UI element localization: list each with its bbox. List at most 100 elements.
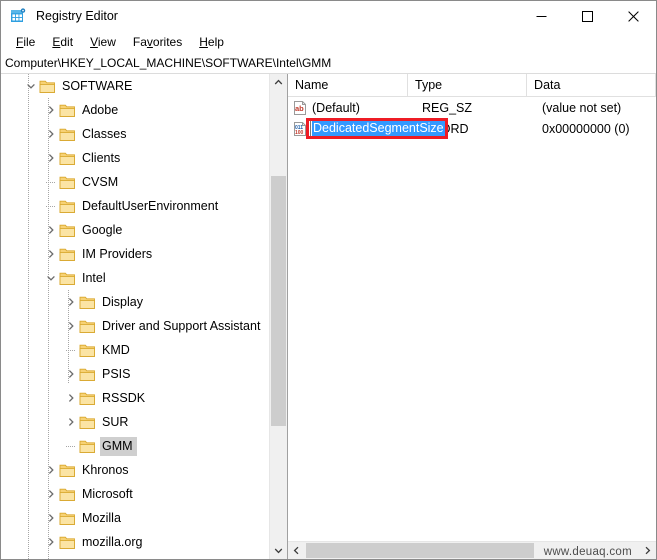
tree-item-label: Driver and Support Assistant — [102, 318, 261, 333]
tree-item-software[interactable]: SOFTWARE — [1, 74, 270, 98]
site-watermark: www.deuaq.com — [543, 546, 632, 558]
folder-icon — [59, 127, 76, 141]
tree-guide-stub — [46, 182, 55, 183]
scroll-down-icon[interactable] — [270, 542, 287, 559]
tree-item-mozilla[interactable]: Mozilla — [1, 506, 270, 530]
window-title: Registry Editor — [36, 9, 118, 23]
chevron-right-icon[interactable] — [63, 386, 79, 410]
close-button[interactable] — [610, 1, 656, 31]
tree-item-label: MozillaPlugins — [80, 557, 166, 560]
scroll-up-icon[interactable] — [270, 74, 287, 91]
menu-file[interactable]: File — [8, 33, 44, 51]
folder-icon — [79, 415, 96, 429]
tree-item-label: RSSDK — [102, 390, 146, 405]
tree-item-sur[interactable]: SUR — [1, 410, 270, 434]
chevron-down-icon[interactable] — [43, 266, 59, 290]
tree-item-intel[interactable]: Intel — [1, 266, 270, 290]
tree-item-gmm[interactable]: GMM — [1, 434, 270, 458]
tree-item-microsoft[interactable]: Microsoft — [1, 482, 270, 506]
chevron-right-icon[interactable] — [43, 506, 59, 530]
registry-tree[interactable]: SOFTWARE Adobe Classes Clients CVSM DefaultUs… — [1, 74, 270, 559]
value-type: REG_SZ — [422, 100, 473, 115]
tree-item-mozillaplugins[interactable]: MozillaPlugins — [1, 554, 270, 560]
scroll-right-icon[interactable] — [639, 542, 656, 559]
chevron-right-icon[interactable] — [63, 410, 79, 434]
tree-guide-line — [48, 98, 49, 559]
folder-icon — [59, 271, 76, 285]
tree-scroll-thumb[interactable] — [271, 176, 286, 426]
tree-vertical-scrollbar[interactable] — [269, 74, 287, 559]
tree-item-label: SUR — [102, 414, 129, 429]
tree-item-psis[interactable]: PSIS — [1, 362, 270, 386]
chevron-right-icon[interactable] — [43, 482, 59, 506]
table-row[interactable]: ab (Default) REG_SZ (value not set) — [288, 97, 656, 118]
value-name: (Default) — [312, 100, 360, 115]
menu-edit-rest: dit — [60, 35, 74, 49]
tree-item-mozilla-org[interactable]: mozilla.org — [1, 530, 270, 554]
table-row[interactable]: 011 100 WORD 0x00000000 (0) DedicatedSeg… — [288, 118, 656, 139]
tree-item-khronos[interactable]: Khronos — [1, 458, 270, 482]
tree-item-clients[interactable]: Clients — [1, 146, 270, 170]
registry-editor-window: Registry Editor File Edit View Favorites… — [0, 0, 657, 560]
chevron-down-icon[interactable] — [23, 74, 39, 98]
registry-grid-icon — [10, 8, 26, 24]
scroll-left-icon[interactable] — [288, 542, 305, 559]
folder-icon — [59, 463, 76, 477]
chevron-right-icon[interactable] — [43, 146, 59, 170]
menu-edit[interactable]: Edit — [44, 33, 82, 51]
folder-icon — [59, 199, 76, 213]
tree-guide-stub — [46, 206, 55, 207]
main-content: SOFTWARE Adobe Classes Clients CVSM DefaultUs… — [1, 74, 656, 559]
tree-guide-stub — [66, 446, 75, 447]
tree-item-classes[interactable]: Classes — [1, 122, 270, 146]
tree-guide-stub — [66, 350, 75, 351]
folder-icon — [79, 367, 96, 381]
minimize-button[interactable] — [518, 1, 564, 31]
tree-item-google[interactable]: Google — [1, 218, 270, 242]
tree-item-defaultuserenvironment[interactable]: DefaultUserEnvironment — [1, 194, 270, 218]
tree-item-rssdk[interactable]: RSSDK — [1, 386, 270, 410]
chevron-right-icon[interactable] — [63, 314, 79, 338]
chevron-right-icon[interactable] — [43, 242, 59, 266]
tree-item-label: Classes — [82, 126, 127, 141]
rename-input[interactable]: DedicatedSegmentSize — [310, 120, 445, 137]
tree-item-label: Clients — [82, 150, 121, 165]
menu-favorites[interactable]: Favorites — [125, 33, 191, 51]
tree-item-driver-and-support-assistant[interactable]: Driver and Support Assistant — [1, 314, 270, 338]
menu-help-accel: H — [199, 35, 208, 49]
column-header-type[interactable]: Type — [408, 74, 528, 96]
maximize-button[interactable] — [564, 1, 610, 31]
values-column-header: Name Type Data — [288, 74, 656, 97]
column-header-data[interactable]: Data — [527, 74, 656, 96]
values-list[interactable]: ab (Default) REG_SZ (value not set) 011 — [288, 97, 656, 139]
folder-icon — [79, 319, 96, 333]
tree-item-label: Adobe — [82, 102, 119, 117]
chevron-right-icon[interactable] — [63, 362, 79, 386]
chevron-right-icon[interactable] — [43, 218, 59, 242]
address-bar[interactable]: Computer\HKEY_LOCAL_MACHINE\SOFTWARE\Int… — [1, 53, 656, 74]
tree-item-kmd[interactable]: KMD — [1, 338, 270, 362]
menu-file-rest: ile — [23, 35, 36, 49]
chevron-right-icon[interactable] — [43, 122, 59, 146]
column-header-name[interactable]: Name — [288, 74, 409, 96]
tree-item-display[interactable]: Display — [1, 290, 270, 314]
folder-icon — [79, 295, 96, 309]
chevron-right-icon[interactable] — [43, 530, 59, 554]
tree-item-im-providers[interactable]: IM Providers — [1, 242, 270, 266]
folder-icon — [79, 343, 96, 357]
values-scroll-thumb[interactable] — [306, 543, 534, 558]
chevron-right-icon[interactable] — [63, 290, 79, 314]
tree-item-cvsm[interactable]: CVSM — [1, 170, 270, 194]
chevron-right-icon[interactable] — [43, 554, 59, 559]
menu-view[interactable]: View — [82, 33, 125, 51]
window-controls — [518, 1, 656, 31]
chevron-right-icon[interactable] — [43, 98, 59, 122]
tree-item-adobe[interactable]: Adobe — [1, 98, 270, 122]
folder-icon — [59, 487, 76, 501]
menu-help[interactable]: Help — [191, 33, 233, 51]
tree-item-label: Google — [82, 222, 123, 237]
menu-favorites-rest: orites — [152, 35, 183, 49]
chevron-right-icon[interactable] — [43, 458, 59, 482]
menu-view-rest: iew — [97, 35, 116, 49]
folder-icon — [59, 511, 76, 525]
